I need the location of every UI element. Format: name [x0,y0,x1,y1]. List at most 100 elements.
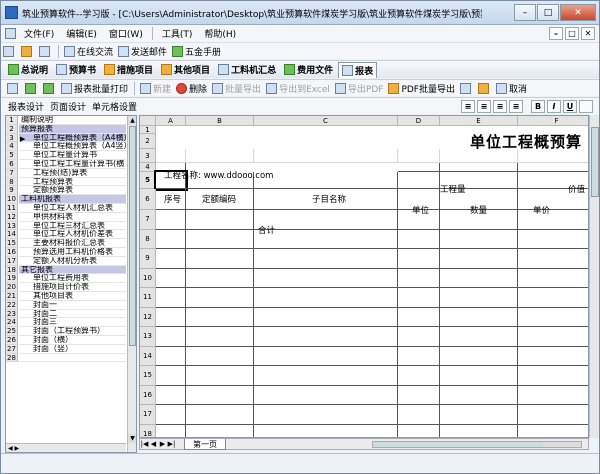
mdi-maximize-button[interactable]: □ [565,27,579,40]
report-list-item[interactable]: 4 单位工程概预算表（A4竖） [6,142,136,152]
report-list-item[interactable]: 2 预算报表 [6,124,136,134]
report-list-item[interactable]: 1 编制说明 [6,116,136,125]
report-list-item[interactable]: 5 单位工程量计算书 [6,151,136,160]
report-list-item[interactable]: 23 封面二 [6,309,136,319]
last-sheet-button[interactable]: ▶| [167,440,176,448]
tab-measures[interactable]: 措施项目 [101,62,156,78]
report-list-label: 封面（竖） [19,345,126,354]
italic-button[interactable]: I [547,99,561,113]
report-list-scrollbar[interactable]: ▲ ▼ [127,116,136,452]
sheet-horizontal-scrollbar[interactable] [372,441,582,448]
report-list-item[interactable]: 21 其他项目表 [6,291,136,301]
report-list-item[interactable]: 17 定额人材机分析表 [6,256,136,266]
new-report-button[interactable]: 新建 [138,81,173,96]
new-file-button[interactable] [1,44,18,59]
row-number: 18 [6,265,18,275]
underline-button[interactable]: U [563,99,577,113]
sheet-cell [398,229,440,249]
cancel-button[interactable]: 取消 [494,81,529,96]
first-sheet-button[interactable]: |◀ [140,440,149,448]
hardware-manual-button[interactable]: 五金手册 [170,44,223,59]
report-list-item[interactable]: 10 工料机报表 [6,195,136,204]
header-unit: 单位 [412,206,430,216]
report-list-item[interactable]: 16 预算选用工料机价格表 [6,247,136,257]
report-list-item[interactable]: 20 措施项目计价表 [6,283,136,292]
sheet-cell [254,327,398,347]
delete-report-button[interactable]: 删除 [174,81,209,96]
scroll-thumb[interactable] [129,126,136,346]
menu-tools[interactable]: 工具(T) [156,27,199,40]
report-list-item[interactable]: 8 工程预算表 [6,177,136,187]
report-list-item[interactable]: 25 封面（工程预算书） [6,327,136,336]
report-list-item[interactable]: 28 [6,353,136,363]
tab-material-summary-label: 工料机汇总 [231,66,277,76]
maximize-button[interactable]: □ [537,4,559,21]
align-left-button[interactable]: ≡ [461,99,475,113]
cell-settings-menu[interactable]: 单元格设置 [89,100,140,113]
prev-sheet-button[interactable]: ◀ [149,440,158,448]
bold-button[interactable]: B [531,99,545,113]
report-list-item[interactable]: 15 主要材料报价汇总表 [6,239,136,248]
zoom-out-button[interactable] [41,81,58,96]
tab-reports[interactable]: 报表 [338,61,378,78]
align-justify-button[interactable]: ≡ [509,99,523,113]
tab-other-items[interactable]: 其他项目 [158,62,213,78]
report-list-item[interactable]: 11 单位工程人材机汇总表 [6,203,136,213]
report-list-item[interactable]: 22 封面一 [6,300,136,310]
report-list-item[interactable]: 24 封面三 [6,318,136,328]
scroll-up-arrow[interactable]: ▲ [128,116,136,125]
report-list-item[interactable]: 27 封面（竖） [6,344,136,354]
sheet-tab-first-page[interactable]: 第一页 [184,438,226,450]
report-list-item[interactable]: 19 单位工程费用表 [6,274,136,284]
page-design-menu[interactable]: 页面设计 [47,100,89,113]
online-chat-button[interactable]: 在线交流 [62,44,115,59]
save-button[interactable] [37,44,54,59]
report-list-item[interactable]: 18 其它报表 [6,265,136,275]
menu-help[interactable]: 帮助(H) [198,27,242,40]
report-list-item[interactable]: 26 封面（横） [6,335,136,345]
more-format-button[interactable] [579,99,593,113]
minimize-button[interactable]: – [514,4,536,21]
mdi-minimize-button[interactable]: – [549,27,563,40]
row-header: 12 [140,307,156,327]
tab-fee-file[interactable]: 费用文件 [281,62,336,78]
report-list-item[interactable]: 6 单位工程工程量计算书(横 [6,159,136,169]
report-list-item[interactable]: 13 单位工程三材汇总表 [6,221,136,231]
horizontal-scroll-thumb[interactable] [373,442,543,447]
batch-export-button[interactable]: 批量导出 [210,81,263,96]
report-list-item[interactable]: 12 甲供材料表 [6,212,136,222]
sheet-cell [518,347,588,366]
tab-general-notes[interactable]: 总说明 [5,62,51,78]
paste-button[interactable] [476,81,493,96]
pdf-batch-export-button[interactable]: PDF批量导出 [386,81,457,96]
align-right-button[interactable]: ≡ [493,99,507,113]
close-button[interactable]: ✕ [560,4,596,21]
zoom-in-button[interactable] [23,81,40,96]
menu-edit[interactable]: 编辑(E) [60,27,103,40]
export-pdf-button[interactable]: 导出PDF [333,81,386,96]
tab-budget-book[interactable]: 预算书 [53,62,99,78]
send-email-button[interactable]: 发送邮件 [116,44,169,59]
batch-print-button[interactable]: 报表批量打印 [59,81,130,96]
report-list-item[interactable]: 9 定额预算表 [6,186,136,196]
menu-window[interactable]: 窗口(W) [103,27,149,40]
report-list-item[interactable]: 7 工程预(结)算表 [6,168,136,178]
sheet-cell [440,249,518,269]
sheet-scroll-thumb[interactable] [591,127,599,197]
next-sheet-button[interactable]: ▶ [158,440,167,448]
copy-button[interactable] [458,81,475,96]
export-excel-button[interactable]: 导出到Excel [264,81,332,96]
report-design-menu[interactable]: 报表设计 [5,100,47,113]
menu-file[interactable]: 文件(F) [18,27,60,40]
tab-material-summary[interactable]: 工料机汇总 [215,62,279,78]
sheet-cell [518,308,588,327]
report-list-hscrollbar[interactable]: ◀ ▶ [6,443,126,452]
sheet-vertical-scrollbar[interactable] [589,115,599,438]
open-button[interactable] [19,44,36,59]
align-center-button[interactable]: ≡ [477,99,491,113]
print-preview-button[interactable] [5,81,22,96]
mdi-close-button[interactable]: ✕ [581,27,595,40]
report-list-item[interactable]: 14 单位工程人材机价差表 [6,230,136,240]
report-list-item[interactable]: 3 单位工程概预算表（A4横） ▶ [6,133,136,143]
scroll-down-arrow[interactable]: ▼ [128,434,136,443]
